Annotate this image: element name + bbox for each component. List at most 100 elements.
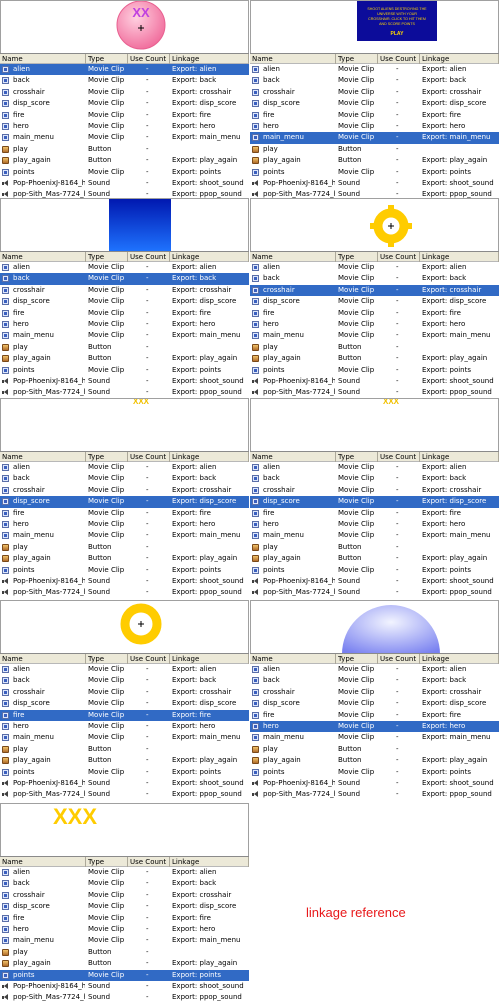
library-row[interactable]: alien Movie Clip - Export: alien (0, 664, 249, 675)
library-row[interactable]: play_again Button - Export: play_again (250, 755, 499, 766)
column-header-linkage[interactable]: Linkage (420, 452, 499, 462)
library-row[interactable]: alien Movie Clip - Export: alien (0, 462, 249, 473)
library-row[interactable]: Pop-PhoenixJ-8164_hif...Sound - Export: sh… (250, 178, 499, 189)
library-row[interactable]: back Movie Clip - Export: back (250, 75, 499, 86)
library-row[interactable]: main_menu Movie Clip - Export: main_menu (0, 732, 249, 743)
library-row[interactable]: fire Movie Clip - Export: fire (250, 110, 499, 121)
library-row[interactable]: points Movie Clip - Export: points (250, 767, 499, 778)
library-row[interactable]: main_menu Movie Clip - Export: main_menu (0, 330, 249, 341)
library-row[interactable]: play_again Button - Export: play_again (0, 755, 249, 766)
library-row[interactable]: hero Movie Clip - Export: hero (0, 519, 249, 530)
library-row[interactable]: crosshair Movie Clip - Export: crosshair (0, 890, 249, 901)
column-header-use-count[interactable]: Use Count (128, 452, 170, 462)
library-row[interactable]: disp_score Movie Clip - Export: disp_score (0, 698, 249, 709)
library-row[interactable]: main_menu Movie Clip - Export: main_menu (0, 530, 249, 541)
column-header-use-count[interactable]: Use Count (128, 252, 170, 262)
column-header-use-count[interactable]: Use Count (128, 54, 170, 64)
library-row[interactable]: fire Movie Clip - Export: fire (0, 110, 249, 121)
library-row[interactable]: main_menu Movie Clip - Export: main_menu (250, 530, 499, 541)
column-header-type[interactable]: Type (336, 452, 378, 462)
library-row[interactable]: points Movie Clip - Export: points (0, 365, 249, 376)
library-row[interactable]: points Movie Clip - Export: points (250, 565, 499, 576)
column-header-type[interactable]: Type (86, 452, 128, 462)
library-row[interactable]: play Button - (250, 744, 499, 755)
library-row[interactable]: crosshair Movie Clip - Export: crosshair (0, 285, 249, 296)
library-row[interactable]: points Movie Clip - Export: points (0, 167, 249, 178)
column-header-name[interactable]: Name (250, 252, 336, 262)
column-header-linkage[interactable]: Linkage (420, 54, 499, 64)
library-row[interactable]: play Button - (250, 144, 499, 155)
library-row[interactable]: disp_score Movie Clip - Export: disp_score (0, 98, 249, 109)
library-row[interactable]: hero Movie Clip - Export: hero (0, 721, 249, 732)
column-header-linkage[interactable]: Linkage (420, 252, 499, 262)
library-row[interactable]: points Movie Clip - Export: points (0, 767, 249, 778)
library-row[interactable]: play Button - (0, 542, 249, 553)
library-row[interactable]: main_menu Movie Clip - Export: main_menu (250, 132, 499, 144)
column-header-linkage[interactable]: Linkage (420, 654, 499, 664)
column-header-linkage[interactable]: Linkage (170, 452, 249, 462)
column-header-linkage[interactable]: Linkage (170, 54, 249, 64)
column-header-use-count[interactable]: Use Count (128, 654, 170, 664)
library-row[interactable]: crosshair Movie Clip - Export: crosshair (0, 87, 249, 98)
library-row[interactable]: pop-Sith_Mas-7724_hif...Sound - Export: pp… (0, 587, 249, 598)
column-header-name[interactable]: Name (0, 654, 86, 664)
library-row[interactable]: hero Movie Clip - Export: hero (250, 121, 499, 132)
library-row[interactable]: Pop-PhoenixJ-8164_hif...Sound - Export: sh… (250, 778, 499, 789)
library-row[interactable]: pop-Sith_Mas-7724_hif...Sound - Export: pp… (0, 789, 249, 800)
library-row[interactable]: fire Movie Clip - Export: fire (250, 308, 499, 319)
library-row[interactable]: play_again Button - Export: play_again (0, 553, 249, 564)
library-row[interactable]: Pop-PhoenixJ-8164_hif...Sound - Export: sh… (250, 576, 499, 587)
library-row[interactable]: fire Movie Clip - Export: fire (250, 710, 499, 721)
library-row[interactable]: play Button - (250, 342, 499, 353)
column-header-linkage[interactable]: Linkage (170, 252, 249, 262)
library-row[interactable]: hero Movie Clip - Export: hero (0, 924, 249, 935)
column-header-name[interactable]: Name (250, 654, 336, 664)
library-row[interactable]: disp_score Movie Clip - Export: disp_score (250, 698, 499, 709)
library-row[interactable]: hero Movie Clip - Export: hero (250, 519, 499, 530)
library-row[interactable]: crosshair Movie Clip - Export: crosshair (0, 687, 249, 698)
column-header-type[interactable]: Type (336, 654, 378, 664)
library-row[interactable]: Pop-PhoenixJ-8164_hif...Sound - Export: sh… (0, 778, 249, 789)
library-row[interactable]: Pop-PhoenixJ-8164_hif...Sound - Export: sh… (250, 376, 499, 387)
library-row[interactable]: disp_score Movie Clip - Export: disp_score (250, 98, 499, 109)
library-row[interactable]: play_again Button - Export: play_again (0, 353, 249, 364)
library-row[interactable]: pop-Sith_Mas-7724_hif...Sound - Export: pp… (0, 992, 249, 1003)
column-header-use-count[interactable]: Use Count (128, 857, 170, 867)
library-row[interactable]: crosshair Movie Clip - Export: crosshair (0, 485, 249, 496)
column-header-use-count[interactable]: Use Count (378, 54, 420, 64)
column-header-linkage[interactable]: Linkage (170, 654, 249, 664)
library-row[interactable]: disp_score Movie Clip - Export: disp_score (250, 296, 499, 307)
column-header-name[interactable]: Name (0, 857, 86, 867)
column-header-name[interactable]: Name (0, 54, 86, 64)
library-row[interactable]: disp_score Movie Clip - Export: disp_score (0, 901, 249, 912)
library-row[interactable]: back Movie Clip - Export: back (250, 675, 499, 686)
library-row[interactable]: Pop-PhoenixJ-8164_hif...Sound - Export: sh… (0, 178, 249, 189)
column-header-name[interactable]: Name (0, 252, 86, 262)
column-header-type[interactable]: Type (86, 857, 128, 867)
library-row[interactable]: back Movie Clip - Export: back (0, 75, 249, 86)
library-row[interactable]: play Button - (0, 342, 249, 353)
column-header-use-count[interactable]: Use Count (378, 452, 420, 462)
column-header-type[interactable]: Type (86, 54, 128, 64)
library-row[interactable]: crosshair Movie Clip - Export: crosshair (250, 87, 499, 98)
column-header-type[interactable]: Type (336, 252, 378, 262)
library-row[interactable]: alien Movie Clip - Export: alien (0, 262, 249, 273)
library-row[interactable]: back Movie Clip - Export: back (250, 473, 499, 484)
library-row[interactable]: alien Movie Clip - Export: alien (0, 64, 249, 76)
library-row[interactable]: alien Movie Clip - Export: alien (250, 64, 499, 75)
library-row[interactable]: pop-Sith_Mas-7724_hif...Sound - Export: pp… (250, 387, 499, 398)
library-row[interactable]: Pop-PhoenixJ-8164_hif...Sound - Export: sh… (0, 376, 249, 387)
library-row[interactable]: main_menu Movie Clip - Export: main_menu (0, 132, 249, 143)
library-row[interactable]: hero Movie Clip - Export: hero (0, 121, 249, 132)
library-row[interactable]: disp_score Movie Clip - Export: disp_score (250, 496, 499, 508)
library-row[interactable]: Pop-PhoenixJ-8164_hif...Sound - Export: sh… (0, 981, 249, 992)
library-row[interactable]: hero Movie Clip - Export: hero (250, 720, 499, 733)
library-row[interactable]: disp_score Movie Clip - Export: disp_score (0, 496, 249, 508)
library-row[interactable]: hero Movie Clip - Export: hero (0, 319, 249, 330)
column-header-use-count[interactable]: Use Count (378, 654, 420, 664)
library-row[interactable]: fire Movie Clip - Export: fire (250, 508, 499, 519)
library-row[interactable]: points Movie Clip - Export: points (250, 167, 499, 178)
library-row[interactable]: pop-Sith_Mas-7724_hif...Sound - Export: pp… (250, 789, 499, 800)
column-header-type[interactable]: Type (86, 252, 128, 262)
library-row[interactable]: points Movie Clip - Export: points (250, 365, 499, 376)
